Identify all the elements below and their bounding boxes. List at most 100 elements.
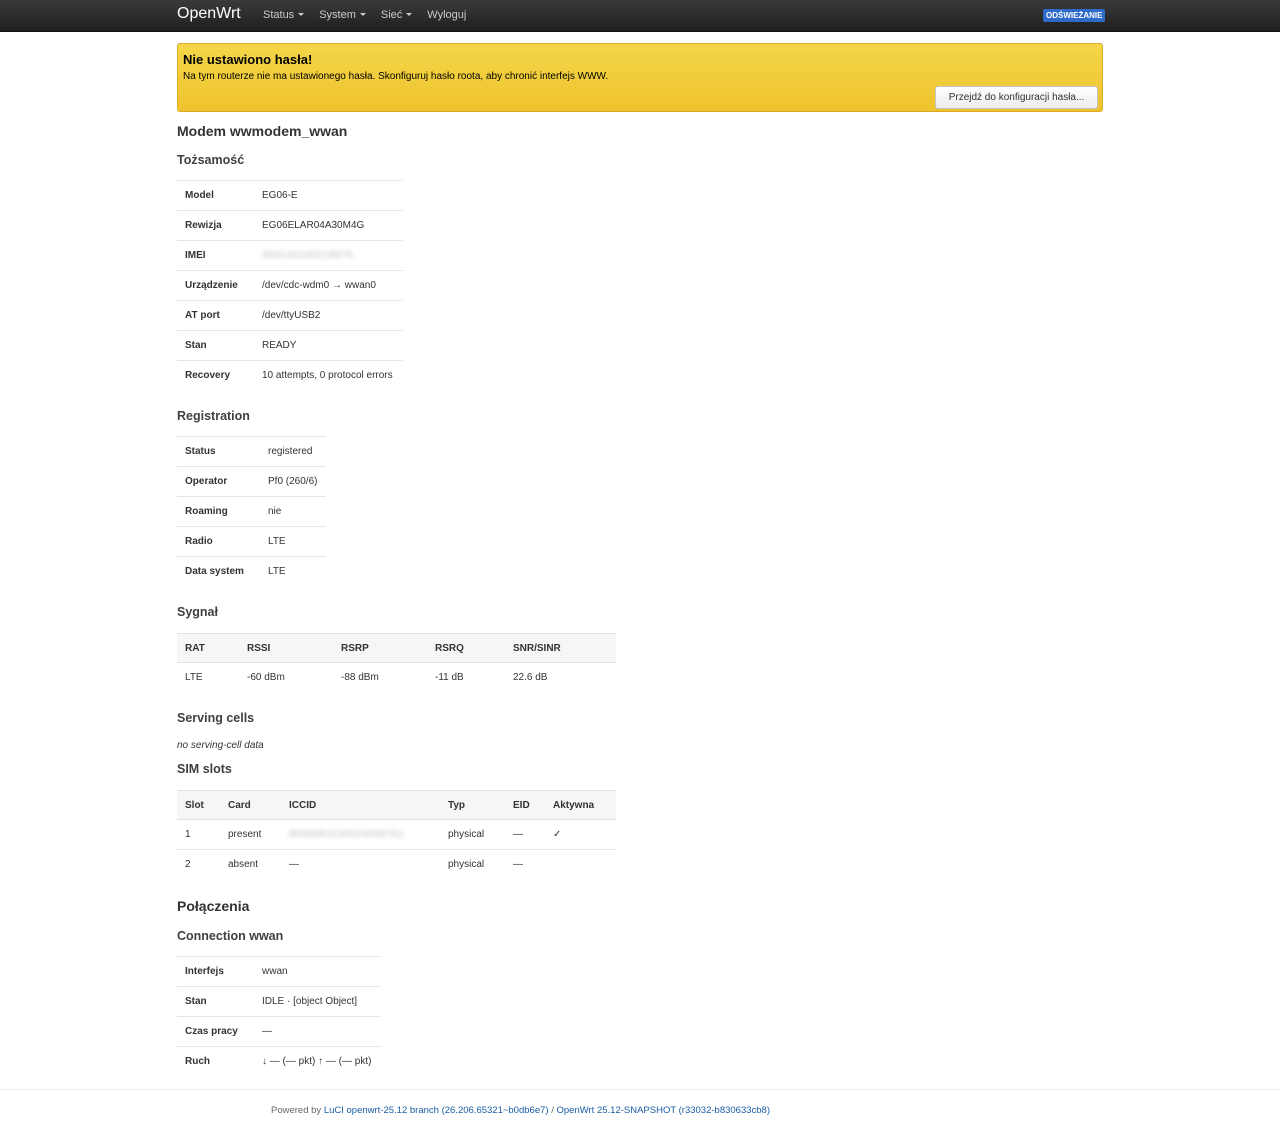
table-row: Rewizja EG06ELAR04A30M4G: [177, 210, 403, 241]
column-header: EID: [505, 790, 545, 820]
row-value: READY: [254, 330, 403, 361]
menu-network-label: Sieć: [380, 9, 403, 21]
chevron-down-icon: [298, 13, 305, 16]
row-value: LTE: [260, 556, 326, 586]
row-key: Interfejs: [177, 956, 254, 987]
footer: Powered by LuCI openwrt-25.12 branch (26…: [271, 1105, 770, 1116]
alert-title: Nie ustawiono hasła!: [183, 52, 313, 67]
table-cell: —: [513, 859, 523, 870]
table-row: AT port/dev/ttyUSB2: [177, 300, 403, 331]
table-cell: LTE: [185, 672, 203, 683]
row-key: IMEI: [177, 240, 254, 271]
column-header: SNR/SINR: [505, 633, 616, 663]
table-row: Ruch ↓ — (— pkt) ↑ — (— pkt): [177, 1046, 381, 1076]
menu-system-label: System: [319, 9, 356, 21]
row-value: registered: [260, 436, 326, 467]
table-header-row: RAT RSSI RSRP RSRQ SNR/SINR: [177, 633, 616, 663]
menu-status-label: Status: [263, 9, 295, 21]
row-key: Roaming: [177, 496, 260, 527]
connection-heading: Connection wwan: [177, 929, 284, 943]
table-row: Stan IDLE · [object Object]: [177, 986, 381, 1017]
table-cell: absent: [228, 859, 259, 870]
table-row: Recovery 10 attempts, 0 protocol errors: [177, 360, 403, 390]
row-key: Data system: [177, 556, 260, 586]
row-value: nie: [260, 496, 326, 527]
footer-prefix: Powered by: [271, 1105, 322, 1116]
table-row: 2 absent — physical —: [177, 850, 616, 880]
column-header: Aktywna: [545, 790, 616, 820]
imei-value: 350143100218876: [254, 240, 403, 271]
column-header: RAT: [177, 633, 239, 663]
table-cell: -88 dBm: [341, 672, 379, 683]
traffic-value: ↓ — (— pkt) ↑ — (— pkt): [254, 1046, 381, 1076]
table-row: Operator Pf0 (260/6): [177, 466, 326, 497]
table-cell: 22.6 dB: [513, 672, 548, 683]
table-row: 1 present 8948081530016068761 physical —…: [177, 819, 616, 850]
registration-table: Status registered Operator Pf0 (260/6) Roa…: [177, 436, 326, 586]
row-value: /dev/ttyUSB2: [254, 300, 403, 331]
row-key: Urządzenie: [177, 270, 254, 301]
table-cell: [545, 850, 616, 880]
connections-title: Połączenia: [177, 898, 250, 914]
row-key: Ruch: [177, 1046, 254, 1076]
iccid-value: 8948081530016068761: [281, 819, 440, 850]
signal-heading: Sygnał: [177, 605, 218, 619]
goto-password-config-button[interactable]: Przejdź do konfiguracji hasła...: [935, 86, 1098, 109]
table-cell: —: [505, 819, 545, 850]
row-value: wwan: [254, 956, 381, 987]
table-row: Roaming nie: [177, 496, 326, 527]
row-key: Recovery: [177, 360, 254, 390]
sim-slots-heading: SIM slots: [177, 762, 232, 776]
column-header: Card: [220, 790, 281, 820]
table-header-row: Slot Card ICCID Typ EID Aktywna: [177, 790, 616, 820]
table-cell: present: [220, 819, 281, 850]
sim-slots-table: Slot Card ICCID Typ EID Aktywna 1 presen…: [177, 790, 616, 879]
connection-table: Interfejs wwan Stan IDLE · [object Object]…: [177, 956, 381, 1076]
table-row: Czas pracy —: [177, 1016, 381, 1047]
row-value: /dev/cdc-wdm0 → wwan0: [254, 270, 403, 301]
row-key: Status: [177, 436, 260, 467]
menu-logout-label: Wyloguj: [427, 9, 467, 21]
menu-system[interactable]: System: [319, 0, 366, 31]
menu-logout[interactable]: Wyloguj: [427, 0, 466, 31]
row-key: Rewizja: [177, 210, 254, 241]
row-value: —: [254, 1016, 381, 1047]
chevron-down-icon: [359, 13, 366, 16]
table-cell: -11 dB: [435, 672, 464, 683]
row-value: Pf0 (260/6): [260, 466, 326, 497]
password-warning-alert: Nie ustawiono hasła! Na tym routerze nie…: [177, 43, 1103, 112]
row-key: Radio: [177, 526, 260, 557]
row-value: 10 attempts, 0 protocol errors: [254, 360, 403, 390]
modem-title: Modem wwmodem_wwan: [177, 123, 348, 139]
table-row: Urządzenie/dev/cdc-wdm0 → wwan0: [177, 270, 403, 301]
check-icon: ✓: [545, 819, 616, 850]
column-header: RSRP: [333, 633, 427, 663]
luci-version-link[interactable]: LuCI openwrt-25.12 branch (26.206.65321~…: [324, 1105, 549, 1116]
table-row: Stan READY: [177, 330, 403, 361]
menu-status[interactable]: Status: [263, 0, 305, 31]
table-row: Data system LTE: [177, 556, 326, 586]
menu-network[interactable]: Sieć: [380, 0, 413, 31]
top-navbar: OpenWrt Status System Sieć Wyloguj ODŚWI…: [0, 0, 1280, 32]
refresh-badge[interactable]: ODŚWIEŻANIE: [1043, 9, 1106, 22]
row-value: IDLE · [object Object]: [254, 986, 381, 1017]
row-key: Stan: [177, 986, 254, 1017]
identity-heading: Tożsamość: [177, 153, 245, 167]
row-key: Model: [177, 180, 254, 211]
column-header: ICCID: [281, 790, 440, 820]
row-value: EG06ELAR04A30M4G: [254, 210, 403, 241]
table-row: LTE -60 dBm -88 dBm -11 dB 22.6 dB: [177, 663, 616, 693]
serving-cells-empty-note: no serving-cell data: [177, 740, 264, 751]
column-header: Slot: [177, 790, 220, 820]
row-key: Operator: [177, 466, 260, 497]
column-header: RSSI: [239, 633, 333, 663]
table-cell: -60 dBm: [247, 672, 285, 683]
table-row: IMEI 350143100218876: [177, 240, 403, 271]
table-row: Model EG06-E: [177, 180, 403, 211]
openwrt-version-link[interactable]: OpenWrt 25.12-SNAPSHOT (r33032-b830633cb…: [556, 1105, 770, 1116]
chevron-down-icon: [406, 13, 413, 16]
main-menu: Status System Sieć Wyloguj: [263, 0, 481, 31]
table-row: Status registered: [177, 436, 326, 467]
row-value: EG06-E: [254, 180, 403, 211]
brand-logo[interactable]: OpenWrt: [177, 5, 241, 23]
